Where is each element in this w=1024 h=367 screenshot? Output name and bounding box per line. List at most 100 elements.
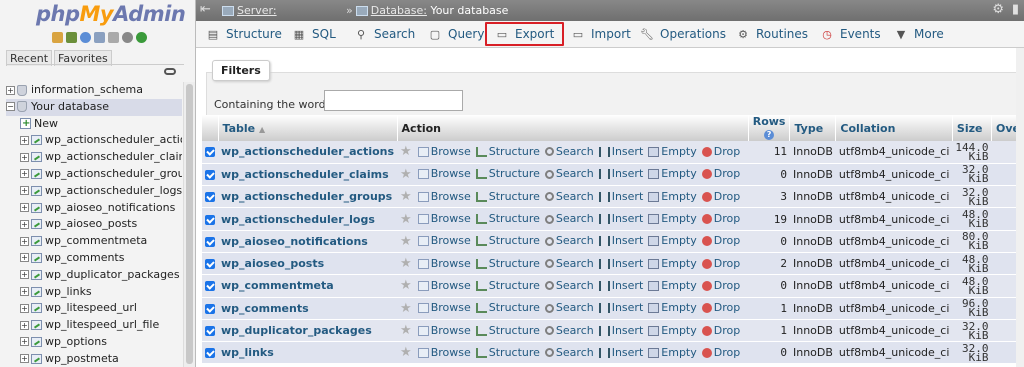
expand-toggle-icon[interactable]: +	[20, 270, 29, 280]
structure-action[interactable]: Structure	[475, 145, 540, 158]
expand-toggle-icon[interactable]: −	[6, 102, 15, 112]
search-action[interactable]: Search	[544, 279, 594, 292]
back-arrow-icon[interactable]: ⇤	[200, 2, 211, 17]
tab-routines[interactable]: ⚙ Routines	[736, 21, 808, 48]
row-checkbox[interactable]	[205, 259, 215, 270]
table-name-link[interactable]: wp_duplicator_packages	[221, 324, 372, 337]
structure-action[interactable]: Structure	[475, 324, 540, 337]
tree-table-item[interactable]: + wp_litespeed_url_file	[6, 317, 182, 334]
row-checkbox[interactable]	[205, 236, 215, 247]
breadcrumb-database[interactable]: » Database: Your database	[346, 4, 508, 17]
header-collation[interactable]: Collation	[835, 115, 953, 141]
row-checkbox[interactable]	[205, 147, 215, 158]
sidebar-scrollbar[interactable]	[183, 82, 195, 367]
search-action[interactable]: Search	[544, 190, 594, 203]
drop-action[interactable]: Drop	[701, 212, 740, 225]
header-type[interactable]: Type	[789, 115, 837, 141]
favorite-star-icon[interactable]: ★	[400, 256, 412, 271]
tree-table-item[interactable]: + wp_aioseo_notifications	[6, 200, 182, 217]
structure-action[interactable]: Structure	[475, 301, 540, 314]
expand-toggle-icon[interactable]: +	[20, 337, 29, 347]
browse-action[interactable]: Browse	[417, 212, 471, 225]
size-cell[interactable]: 144.0 KiB	[952, 141, 992, 164]
insert-action[interactable]: Insert	[598, 324, 643, 337]
insert-action[interactable]: Insert	[598, 167, 643, 180]
drop-action[interactable]: Drop	[701, 324, 740, 337]
table-name-link[interactable]: wp_links	[221, 346, 274, 359]
search-action[interactable]: Search	[544, 346, 594, 359]
expand-toggle-icon[interactable]: +	[20, 354, 29, 364]
insert-action[interactable]: Insert	[598, 301, 643, 314]
insert-action[interactable]: Insert	[598, 279, 643, 292]
insert-action[interactable]: Insert	[598, 346, 643, 359]
expand-toggle-icon[interactable]: +	[20, 320, 29, 330]
favorite-star-icon[interactable]: ★	[400, 278, 412, 293]
drop-action[interactable]: Drop	[701, 167, 740, 180]
table-name-link[interactable]: wp_aioseo_notifications	[221, 235, 368, 248]
empty-action[interactable]: Empty	[648, 324, 697, 337]
search-action[interactable]: Search	[544, 212, 594, 225]
size-cell[interactable]: 32.0 KiB	[952, 163, 992, 187]
favorite-star-icon[interactable]: ★	[400, 144, 412, 159]
table-name-link[interactable]: wp_aioseo_posts	[221, 257, 324, 270]
docs-icon[interactable]	[94, 32, 105, 43]
size-cell[interactable]: 48.0 KiB	[952, 252, 992, 276]
expand-toggle-icon[interactable]: +	[20, 287, 29, 297]
expand-toggle-icon[interactable]: +	[20, 135, 29, 145]
empty-action[interactable]: Empty	[648, 145, 697, 158]
reload-icon[interactable]	[136, 32, 147, 43]
size-cell[interactable]: 32.0 KiB	[952, 185, 992, 209]
structure-action[interactable]: Structure	[475, 190, 540, 203]
size-cell[interactable]: 80.0 KiB	[952, 230, 992, 253]
expand-toggle-icon[interactable]: +	[20, 219, 29, 229]
tree-new-item[interactable]: New	[6, 116, 182, 132]
header-size[interactable]: Size	[952, 115, 993, 141]
expand-toggle-icon[interactable]: +	[20, 253, 29, 263]
tab-events[interactable]: ◷ Events	[820, 21, 880, 48]
tree-database-item[interactable]: − Your database	[6, 98, 182, 116]
expand-toggle-icon[interactable]: +	[20, 152, 29, 162]
tree-table-item[interactable]: + wp_aioseo_posts	[6, 216, 182, 233]
drop-action[interactable]: Drop	[701, 279, 740, 292]
row-checkbox[interactable]	[205, 281, 215, 292]
tree-table-item[interactable]: + wp_duplicator_packages	[6, 267, 182, 284]
drop-action[interactable]: Drop	[701, 301, 740, 314]
empty-action[interactable]: Empty	[648, 212, 697, 225]
drop-action[interactable]: Drop	[701, 346, 740, 359]
breadcrumb-server[interactable]: Server:	[222, 4, 277, 17]
tree-table-item[interactable]: + wp_commentmeta	[6, 233, 182, 250]
tree-table-item[interactable]: + wp_postmeta	[6, 351, 182, 367]
drop-action[interactable]: Drop	[701, 190, 740, 203]
table-name-link[interactable]: wp_actionscheduler_groups	[221, 190, 392, 203]
row-checkbox[interactable]	[205, 214, 215, 225]
tree-database-item[interactable]: + information_schema	[6, 82, 182, 99]
empty-action[interactable]: Empty	[648, 190, 697, 203]
empty-action[interactable]: Empty	[648, 346, 697, 359]
link-icon[interactable]	[164, 68, 176, 75]
structure-action[interactable]: Structure	[475, 212, 540, 225]
insert-action[interactable]: Insert	[598, 257, 643, 270]
size-cell[interactable]: 32.0 KiB	[952, 319, 992, 343]
row-checkbox[interactable]	[205, 192, 215, 203]
insert-action[interactable]: Insert	[598, 190, 643, 203]
expand-toggle-icon[interactable]: +	[20, 303, 29, 313]
browse-action[interactable]: Browse	[417, 279, 471, 292]
row-checkbox[interactable]	[205, 303, 215, 314]
tree-table-item[interactable]: + wp_litespeed_url	[6, 300, 182, 317]
size-cell[interactable]: 48.0 KiB	[952, 274, 992, 298]
search-action[interactable]: Search	[544, 324, 594, 337]
expand-toggle-icon[interactable]: +	[20, 236, 29, 246]
search-action[interactable]: Search	[544, 257, 594, 270]
header-table[interactable]: Table ▲	[218, 115, 398, 141]
empty-action[interactable]: Empty	[648, 234, 697, 247]
tree-table-item[interactable]: + wp_actionscheduler_logs	[6, 183, 182, 200]
browse-action[interactable]: Browse	[417, 145, 471, 158]
favorite-star-icon[interactable]: ★	[400, 345, 412, 360]
tab-export[interactable]: ▭ Export	[485, 22, 565, 46]
filter-word-input[interactable]	[324, 90, 463, 111]
favorite-star-icon[interactable]: ★	[400, 323, 412, 338]
expand-toggle-icon[interactable]: +	[20, 203, 29, 213]
table-name-link[interactable]: wp_actionscheduler_actions	[221, 145, 394, 158]
row-checkbox[interactable]	[205, 169, 215, 180]
copy-icon[interactable]	[108, 32, 119, 43]
